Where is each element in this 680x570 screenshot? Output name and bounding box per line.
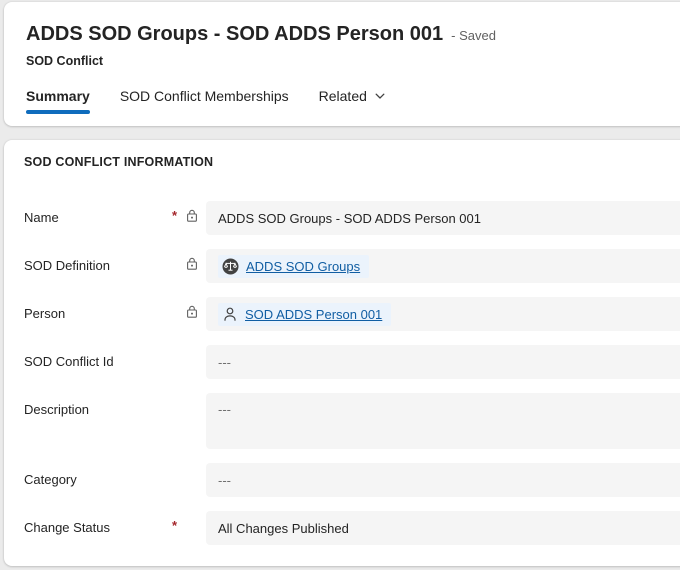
field-row-category: Category --- xyxy=(24,463,680,497)
field-label: Name xyxy=(24,201,172,235)
tab-related[interactable]: Related xyxy=(319,88,386,120)
field-value: --- xyxy=(218,355,231,370)
field-input-name[interactable]: ADDS SOD Groups - SOD ADDS Person 001 xyxy=(206,201,680,235)
field-indicators xyxy=(172,393,206,449)
tab-label: SOD Conflict Memberships xyxy=(120,88,289,104)
field-row-description: Description --- xyxy=(24,393,680,449)
tab-label: Related xyxy=(319,88,367,104)
field-row-sod-definition: SOD Definition ADDS SOD Groups xyxy=(24,249,680,283)
field-label: SOD Conflict Id xyxy=(24,345,172,379)
field-label: SOD Definition xyxy=(24,249,172,283)
field-label: Person xyxy=(24,297,172,331)
tab-sod-conflict-memberships[interactable]: SOD Conflict Memberships xyxy=(120,88,289,120)
record-header-card: ADDS SOD Groups - SOD ADDS Person 001 - … xyxy=(4,2,680,126)
required-asterisk: * xyxy=(172,209,184,223)
field-input-category[interactable]: --- xyxy=(206,463,680,497)
field-label: Category xyxy=(24,463,172,497)
field-indicators xyxy=(172,345,206,379)
field-label: Change Status xyxy=(24,511,172,545)
field-value: All Changes Published xyxy=(218,521,349,536)
field-input-person[interactable]: SOD ADDS Person 001 xyxy=(206,297,680,331)
field-input-sod-definition[interactable]: ADDS SOD Groups xyxy=(206,249,680,283)
field-indicators: * xyxy=(172,511,206,545)
field-row-sod-conflict-id: SOD Conflict Id --- xyxy=(24,345,680,379)
field-input-sod-conflict-id[interactable]: --- xyxy=(206,345,680,379)
person-icon xyxy=(222,306,238,323)
field-indicators: * xyxy=(172,201,206,235)
field-indicators xyxy=(172,297,206,331)
field-indicators xyxy=(172,249,206,283)
section-title: SOD CONFLICT INFORMATION xyxy=(24,155,680,169)
lock-icon xyxy=(184,257,200,271)
field-indicators xyxy=(172,463,206,497)
field-label: Description xyxy=(24,393,172,449)
field-row-person: Person SOD ADDS Person 001 xyxy=(24,297,680,331)
required-asterisk: * xyxy=(172,519,184,533)
form-card: SOD CONFLICT INFORMATION Name*ADDS SOD G… xyxy=(4,140,680,566)
lookup-link-sod-adds-person-001[interactable]: SOD ADDS Person 001 xyxy=(245,307,382,322)
lock-icon xyxy=(184,305,200,319)
tab-label: Summary xyxy=(26,88,90,104)
save-status: - Saved xyxy=(451,28,496,43)
tab-summary[interactable]: Summary xyxy=(26,88,90,120)
field-value: --- xyxy=(218,473,231,488)
lookup-pill: SOD ADDS Person 001 xyxy=(218,303,391,326)
lock-icon xyxy=(184,209,200,223)
lookup-pill: ADDS SOD Groups xyxy=(218,255,369,278)
entity-type-label: SOD Conflict xyxy=(26,54,680,68)
page-title: ADDS SOD Groups - SOD ADDS Person 001 xyxy=(26,22,443,46)
field-row-change-status: Change Status* All Changes Published xyxy=(24,511,680,545)
field-input-change-status[interactable]: All Changes Published xyxy=(206,511,680,545)
field-list: Name*ADDS SOD Groups - SOD ADDS Person 0… xyxy=(24,201,680,545)
field-value: --- xyxy=(218,402,231,417)
field-row-name: Name* ADDS SOD Groups - SOD ADDS Person 0… xyxy=(24,201,680,235)
lookup-link-adds-sod-groups[interactable]: ADDS SOD Groups xyxy=(246,259,360,274)
field-value: ADDS SOD Groups - SOD ADDS Person 001 xyxy=(218,211,481,226)
field-input-description[interactable]: --- xyxy=(206,393,680,449)
title-row: ADDS SOD Groups - SOD ADDS Person 001 - … xyxy=(26,22,680,46)
tab-list: Summary SOD Conflict Memberships Related xyxy=(26,88,680,120)
chevron-down-icon xyxy=(374,90,386,102)
scales-icon xyxy=(222,258,239,275)
